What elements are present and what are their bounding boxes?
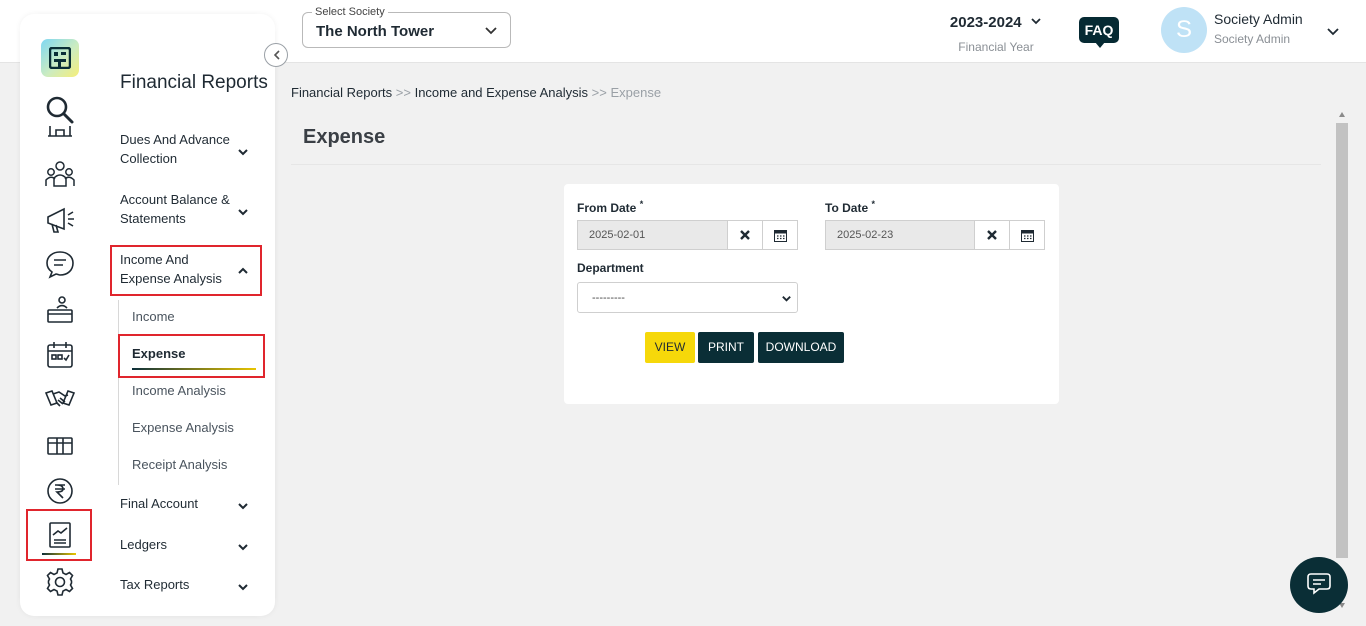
submenu-highlight-box bbox=[118, 334, 265, 378]
active-nav-underline bbox=[42, 553, 76, 555]
faq-button[interactable]: FAQ bbox=[1079, 17, 1119, 48]
required-mark: * bbox=[639, 199, 644, 209]
submenu-income[interactable]: Income bbox=[132, 309, 175, 324]
user-role: Society Admin bbox=[1214, 32, 1291, 46]
to-date-clear-button[interactable] bbox=[974, 220, 1010, 250]
avatar[interactable]: S bbox=[1161, 7, 1207, 53]
print-button[interactable]: PRINT bbox=[698, 332, 754, 363]
required-mark: * bbox=[871, 199, 875, 209]
chevron-down-icon[interactable] bbox=[1326, 24, 1340, 43]
menu-dues-advance[interactable]: Dues And Advance Collection bbox=[120, 130, 270, 168]
download-button[interactable]: DOWNLOAD bbox=[758, 332, 844, 363]
rupee-icon[interactable] bbox=[44, 475, 76, 507]
breadcrumb-current: Expense bbox=[610, 85, 662, 100]
close-icon bbox=[987, 230, 997, 240]
sidebar-title: Financial Reports bbox=[120, 72, 268, 93]
calendar-icon bbox=[1021, 230, 1034, 242]
from-date-calendar-button[interactable] bbox=[762, 220, 798, 250]
sidebar-collapse-button[interactable] bbox=[264, 43, 288, 67]
breadcrumb-separator: >> bbox=[395, 85, 411, 100]
menu-label: Tax Reports bbox=[120, 577, 190, 592]
department-label: Department bbox=[577, 261, 644, 275]
from-date-label: From Date * bbox=[577, 199, 643, 215]
financial-year-label: Financial Year bbox=[958, 40, 1034, 55]
submenu-divider bbox=[118, 300, 119, 485]
to-date-calendar-button[interactable] bbox=[1009, 220, 1045, 250]
breadcrumb-link[interactable]: Income and Expense Analysis bbox=[415, 85, 588, 100]
reception-icon[interactable] bbox=[44, 294, 76, 326]
close-icon bbox=[740, 230, 750, 240]
menu-account-balance[interactable]: Account Balance & Statements bbox=[120, 190, 270, 228]
submenu-receipt-analysis[interactable]: Receipt Analysis bbox=[132, 457, 227, 472]
chevron-down-icon bbox=[237, 144, 249, 163]
title-divider bbox=[291, 164, 1321, 165]
submenu-income-analysis[interactable]: Income Analysis bbox=[132, 383, 226, 398]
chevron-down-icon bbox=[237, 539, 249, 558]
parcel-icon[interactable] bbox=[44, 428, 76, 460]
chat-bubble-icon bbox=[1307, 573, 1331, 595]
logo-icon bbox=[49, 47, 71, 69]
menu-highlight-box bbox=[110, 245, 262, 296]
to-date-label: To Date * bbox=[825, 199, 875, 215]
department-select[interactable]: --------- bbox=[577, 282, 798, 313]
chevron-down-icon bbox=[237, 204, 249, 223]
handshake-icon[interactable] bbox=[44, 383, 76, 415]
scrollbar-thumb[interactable] bbox=[1336, 123, 1348, 558]
chevron-down-icon bbox=[484, 23, 498, 42]
building-icon[interactable] bbox=[44, 126, 76, 142]
menu-label: Dues And Advance Collection bbox=[120, 132, 230, 166]
scroll-up-arrow[interactable] bbox=[1339, 112, 1345, 117]
menu-label: Account Balance & Statements bbox=[120, 192, 230, 226]
chevron-down-icon bbox=[1030, 14, 1042, 32]
from-date-label-text: From Date bbox=[577, 201, 637, 215]
menu-label: Final Account bbox=[120, 496, 199, 511]
members-icon[interactable] bbox=[44, 158, 76, 190]
filter-card: From Date * 2025-02-01 To Date * 2025-02… bbox=[564, 184, 1059, 404]
financial-year-selector[interactable]: 2023-2024 Financial Year bbox=[940, 14, 1052, 54]
from-date-clear-button[interactable] bbox=[727, 220, 763, 250]
calendar-icon[interactable] bbox=[44, 339, 76, 371]
breadcrumb-link[interactable]: Financial Reports bbox=[291, 85, 392, 100]
menu-ledgers[interactable]: Ledgers bbox=[120, 535, 270, 554]
calendar-icon bbox=[774, 230, 787, 242]
breadcrumb: Financial Reports >> Income and Expense … bbox=[291, 85, 661, 100]
view-button[interactable]: VIEW bbox=[645, 332, 695, 363]
society-select-value: The North Tower bbox=[316, 23, 435, 40]
financial-year-value: 2023-2024 bbox=[949, 14, 1022, 32]
menu-final-account[interactable]: Final Account bbox=[120, 494, 270, 513]
user-name: Society Admin bbox=[1214, 11, 1303, 27]
breadcrumb-separator: >> bbox=[591, 85, 607, 100]
submenu-expense-analysis[interactable]: Expense Analysis bbox=[132, 420, 234, 435]
to-date-input[interactable]: 2025-02-23 bbox=[825, 220, 975, 250]
society-select[interactable]: Select Society The North Tower bbox=[302, 6, 511, 48]
from-date-input[interactable]: 2025-02-01 bbox=[577, 220, 728, 250]
gear-icon[interactable] bbox=[44, 566, 76, 598]
chevron-down-icon bbox=[237, 579, 249, 598]
department-select-value: --------- bbox=[592, 292, 625, 304]
society-select-label: Select Society bbox=[312, 6, 388, 18]
app-logo[interactable] bbox=[41, 39, 79, 77]
search-icon[interactable] bbox=[44, 94, 76, 126]
chevron-down-icon bbox=[781, 293, 792, 307]
to-date-label-text: To Date bbox=[825, 201, 869, 215]
chat-widget-button[interactable] bbox=[1290, 557, 1348, 613]
page-title: Expense bbox=[303, 126, 386, 148]
chat-icon[interactable] bbox=[44, 248, 76, 280]
announcement-icon[interactable] bbox=[44, 203, 76, 235]
menu-label: Ledgers bbox=[120, 537, 167, 552]
menu-tax-reports[interactable]: Tax Reports bbox=[120, 575, 270, 594]
chevron-down-icon bbox=[237, 498, 249, 517]
